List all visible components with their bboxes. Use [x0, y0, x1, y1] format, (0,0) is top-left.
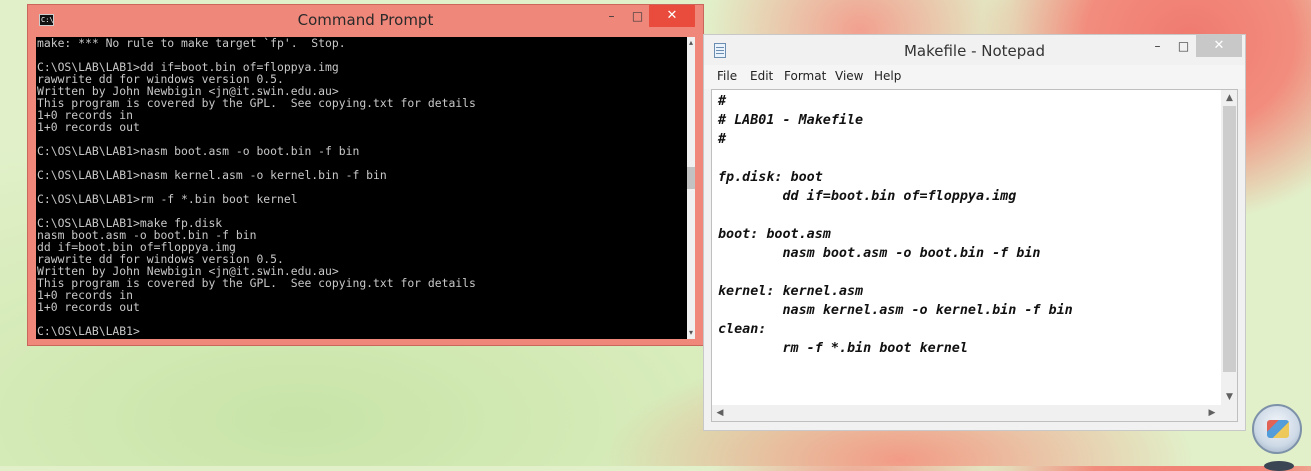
menu-format[interactable]: Format	[784, 69, 826, 83]
menu-file[interactable]: File	[717, 69, 737, 83]
control-panel-glyph-icon	[1267, 420, 1289, 438]
notepad-editor[interactable]: # # LAB01 - Makefile # fp.disk: boot dd …	[711, 89, 1238, 422]
menu-edit[interactable]: Edit	[750, 69, 773, 83]
notepad-horizontal-scrollbar[interactable]: ◀ ▶	[712, 405, 1221, 421]
cmd-output-text: make: *** No rule to make target `fp'. S…	[37, 37, 476, 338]
desktop-partial-icon[interactable]	[1264, 461, 1294, 471]
notepad-close-button[interactable]: ✕	[1196, 35, 1242, 57]
cmd-vertical-scrollbar[interactable]: ▴ ▾	[687, 37, 695, 339]
notepad-scroll-corner	[1221, 405, 1237, 421]
notepad-scroll-thumb[interactable]	[1223, 106, 1236, 372]
cmd-console[interactable]: make: *** No rule to make target `fp'. S…	[36, 37, 687, 339]
notepad-scroll-down-icon[interactable]: ▼	[1221, 389, 1237, 405]
notepad-window[interactable]: Makefile - Notepad – □ ✕ File Edit Forma…	[703, 34, 1246, 431]
notepad-vertical-scrollbar[interactable]: ▲ ▼	[1221, 90, 1237, 405]
desktop-control-panel-icon[interactable]	[1252, 404, 1302, 454]
notepad-maximize-button[interactable]: □	[1170, 35, 1197, 57]
cmd-close-button[interactable]: ✕	[649, 5, 695, 27]
notepad-scroll-right-icon[interactable]: ▶	[1204, 405, 1220, 421]
command-prompt-window[interactable]: C:\ Command Prompt – □ ✕ make: *** No ru…	[27, 4, 704, 346]
cmd-maximize-button[interactable]: □	[624, 5, 651, 27]
cmd-scroll-up-icon[interactable]: ▴	[687, 37, 695, 49]
notepad-text-content[interactable]: # # LAB01 - Makefile # fp.disk: boot dd …	[712, 90, 1237, 358]
cmd-titlebar[interactable]: C:\ Command Prompt – □ ✕	[28, 5, 703, 37]
menu-help[interactable]: Help	[874, 69, 901, 83]
cmd-scroll-thumb[interactable]	[687, 167, 695, 189]
notepad-scroll-up-icon[interactable]: ▲	[1221, 90, 1237, 106]
cmd-minimize-button[interactable]: –	[598, 5, 625, 27]
notepad-menubar: File Edit Format View Help	[704, 65, 1245, 89]
menu-view[interactable]: View	[835, 69, 863, 83]
notepad-scroll-left-icon[interactable]: ◀	[712, 405, 728, 421]
notepad-minimize-button[interactable]: –	[1144, 35, 1171, 57]
cmd-scroll-down-icon[interactable]: ▾	[687, 327, 695, 339]
